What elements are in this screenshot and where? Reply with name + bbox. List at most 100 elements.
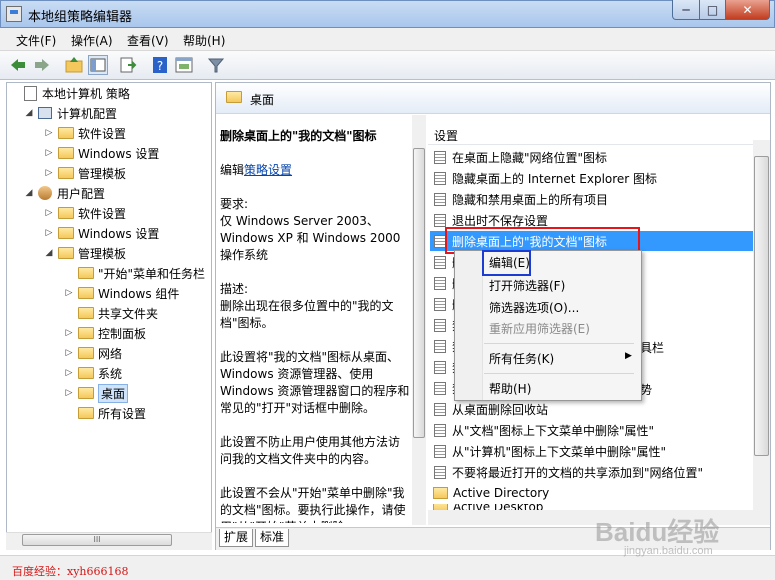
watermark-logo: Baidu经验 [595, 517, 720, 547]
expand-arrow-icon[interactable]: ▷ [64, 348, 74, 358]
tree-node[interactable]: "开始"菜单和任务栏 [64, 264, 205, 282]
edit-policy-link[interactable]: 策略设置 [244, 163, 292, 177]
description-scroll-thumb[interactable] [413, 148, 425, 438]
tree-node[interactable]: ▷ 软件设置 [44, 204, 126, 222]
expand-arrow-icon[interactable]: ▷ [44, 208, 54, 218]
policy-setting-icon [434, 381, 446, 395]
tree-node[interactable]: ▷ 系统 [64, 364, 122, 382]
gpedit-app-icon [6, 6, 22, 22]
tab-extended[interactable]: 扩展 [219, 529, 254, 547]
tree-node[interactable]: ▷ 桌面 [64, 383, 129, 403]
expand-arrow-icon[interactable]: ◢ [24, 188, 34, 198]
folder-row[interactable]: Active Directory [430, 483, 753, 503]
menu-view[interactable]: 查看(V) [127, 32, 169, 49]
show-hide-tree-icon[interactable] [88, 55, 108, 75]
expand-arrow-icon[interactable]: ▷ [44, 148, 54, 158]
watermark-url: jingyan.baidu.com [624, 545, 713, 557]
setting-row[interactable]: 隐藏和禁用桌面上的所有项目 [430, 189, 753, 209]
tree-node-label: 控制面板 [98, 326, 147, 341]
help-icon[interactable]: ? [150, 55, 170, 75]
expand-arrow-icon[interactable]: ◢ [24, 108, 34, 118]
computer-icon [38, 107, 52, 119]
tree-node[interactable]: 本地计算机 策略 [10, 84, 130, 102]
svg-text:?: ? [157, 59, 163, 73]
export-list-icon[interactable] [118, 55, 138, 75]
policy-setting-icon [434, 318, 446, 332]
expand-arrow-icon[interactable]: ▷ [44, 128, 54, 138]
up-folder-icon[interactable] [64, 55, 84, 75]
setting-row[interactable]: 在桌面上隐藏"网络位置"图标 [430, 147, 753, 167]
expand-arrow-icon[interactable]: ▷ [64, 368, 74, 378]
tree-node[interactable]: ▷ Windows 设置 [44, 144, 160, 162]
edit-prefix: 编辑 [220, 163, 245, 177]
setting-label: 隐藏桌面上的 Internet Explorer 图标 [452, 171, 658, 186]
folder-icon [78, 367, 94, 379]
tree-node[interactable]: ▷ Windows 组件 [64, 284, 180, 302]
hidden-row-tail-1: 具栏 [640, 341, 665, 355]
setting-row[interactable]: 从"文档"图标上下文菜单中删除"属性" [430, 420, 753, 440]
tree-node[interactable]: ▷ 软件设置 [44, 124, 126, 142]
tree-node[interactable]: ▷ 网络 [64, 344, 122, 362]
filter-icon[interactable] [206, 55, 226, 75]
folder-icon [78, 387, 94, 399]
tree-node-label: 网络 [98, 346, 123, 361]
setting-row[interactable]: 隐藏桌面上的 Internet Explorer 图标 [430, 168, 753, 188]
properties-window-icon[interactable] [174, 55, 194, 75]
tree-node[interactable]: ▷ Windows 设置 [44, 224, 160, 242]
expand-arrow-icon[interactable]: ▷ [44, 228, 54, 238]
tree-node[interactable]: ◢ 管理模板 [44, 244, 126, 262]
doc-icon [24, 85, 37, 101]
settings-scroll-thumb[interactable] [754, 156, 769, 456]
policy-setting-icon [434, 339, 446, 353]
tree-node-label: 软件设置 [78, 206, 127, 221]
setting-row[interactable]: 不要将最近打开的文档的共享添加到"网络位置" [430, 462, 753, 482]
tree-node[interactable]: ▷ 控制面板 [64, 324, 146, 342]
policy-title: 删除桌面上的"我的文档"图标 [220, 129, 377, 143]
tab-standard[interactable]: 标准 [255, 529, 290, 547]
context-help[interactable]: 帮助(H) [489, 380, 531, 397]
context-filter-options[interactable]: 筛选器选项(O)... [489, 299, 579, 316]
forward-arrow-icon[interactable] [32, 55, 52, 75]
tree-node[interactable]: ◢ 计算机配置 [24, 104, 117, 122]
folder-icon [433, 487, 448, 499]
context-separator [484, 343, 634, 344]
context-open-filter[interactable]: 打开筛选器(F) [489, 277, 565, 294]
close-button[interactable]: ✕ [725, 0, 770, 20]
tree-node[interactable]: ▷ 管理模板 [44, 164, 126, 182]
expand-arrow-icon[interactable]: ▷ [44, 168, 54, 178]
tree-node-label: Windows 设置 [78, 146, 160, 161]
edit-highlight-frame [482, 250, 531, 276]
tree-node-label: 桌面 [98, 383, 129, 403]
tree-scroll-thumb[interactable]: III [22, 534, 172, 546]
expand-arrow-icon[interactable]: ▷ [64, 388, 74, 398]
setting-row[interactable]: 从桌面删除回收站 [430, 399, 753, 419]
folder-icon [78, 307, 94, 319]
tree-node[interactable]: 所有设置 [64, 404, 146, 422]
menu-action[interactable]: 操作(A) [71, 32, 113, 49]
watermark-text: 百度经验：xyh666168 [12, 565, 129, 578]
settings-column-header[interactable]: 设置 [428, 124, 753, 145]
tree-node-label: Windows 组件 [98, 286, 180, 301]
context-all-tasks[interactable]: 所有任务(K) [489, 350, 554, 367]
expand-arrow-icon[interactable]: ◢ [44, 248, 54, 258]
menu-help[interactable]: 帮助(H) [183, 32, 225, 49]
back-arrow-icon[interactable] [8, 55, 28, 75]
policy-setting-icon [434, 444, 446, 458]
expand-arrow-icon[interactable]: ▷ [64, 328, 74, 338]
tree-node-label: 管理模板 [78, 166, 127, 181]
expand-arrow-icon[interactable]: ▷ [64, 288, 74, 298]
maximize-button[interactable]: □ [699, 0, 726, 20]
requirements-text: 仅 Windows Server 2003、Windows XP 和 Windo… [220, 214, 401, 262]
menu-bar: 文件(F) 操作(A) 查看(V) 帮助(H) [0, 28, 775, 51]
setting-row[interactable]: 从"计算机"图标上下文菜单中删除"属性" [430, 441, 753, 461]
folder-row-label: Active Directory [453, 486, 550, 500]
menu-file[interactable]: 文件(F) [16, 32, 56, 49]
tree-node-label: "开始"菜单和任务栏 [98, 266, 206, 281]
tree-node[interactable]: 共享文件夹 [64, 304, 158, 322]
folder-icon [78, 327, 94, 339]
policy-setting-icon [434, 465, 446, 479]
minimize-button[interactable]: ─ [672, 0, 700, 20]
policy-setting-icon [434, 360, 446, 374]
tree-node[interactable]: ◢ 用户配置 [24, 184, 105, 202]
description-paragraph-3: 此设置不会从"开始"菜单中删除"我的文档"图标。要执行此操作，请使用"从"开始"… [220, 486, 406, 523]
